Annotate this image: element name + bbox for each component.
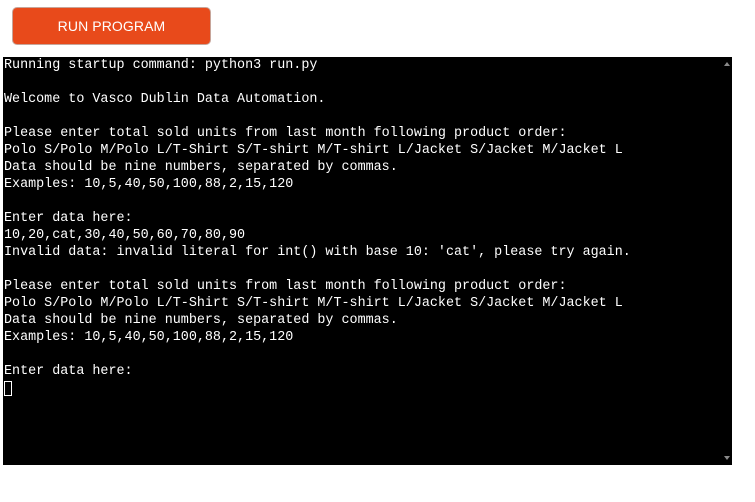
terminal-line: Enter data here: bbox=[4, 211, 133, 226]
terminal-line: Examples: 10,5,40,50,100,88,2,15,120 bbox=[4, 330, 294, 345]
terminal-output: Running startup command: python3 run.py … bbox=[3, 57, 723, 465]
terminal-line: Enter data here: bbox=[4, 364, 133, 379]
terminal-line: Invalid data: invalid literal for int() … bbox=[4, 245, 631, 260]
terminal-input-line[interactable] bbox=[3, 380, 723, 397]
terminal[interactable]: Running startup command: python3 run.py … bbox=[3, 57, 732, 465]
terminal-line: Please enter total sold units from last … bbox=[4, 126, 567, 141]
terminal-line: Data should be nine numbers, separated b… bbox=[4, 160, 398, 175]
terminal-line: Running startup command: python3 run.py bbox=[4, 58, 318, 73]
terminal-line: Polo S/Polo M/Polo L/T-Shirt S/T-shirt M… bbox=[4, 143, 623, 158]
scroll-up-arrow-icon[interactable] bbox=[724, 62, 730, 66]
run-program-button[interactable]: RUN PROGRAM bbox=[12, 7, 211, 45]
terminal-scrollbar[interactable] bbox=[723, 57, 732, 465]
terminal-line: Examples: 10,5,40,50,100,88,2,15,120 bbox=[4, 177, 294, 192]
terminal-line: Welcome to Vasco Dublin Data Automation. bbox=[4, 92, 326, 107]
terminal-line: Please enter total sold units from last … bbox=[4, 279, 567, 294]
terminal-line: 10,20,cat,30,40,50,60,70,80,90 bbox=[4, 228, 246, 243]
terminal-line: Polo S/Polo M/Polo L/T-Shirt S/T-shirt M… bbox=[4, 296, 623, 311]
terminal-line: Data should be nine numbers, separated b… bbox=[4, 313, 398, 328]
scroll-down-arrow-icon[interactable] bbox=[724, 456, 730, 460]
text-cursor bbox=[4, 381, 12, 396]
